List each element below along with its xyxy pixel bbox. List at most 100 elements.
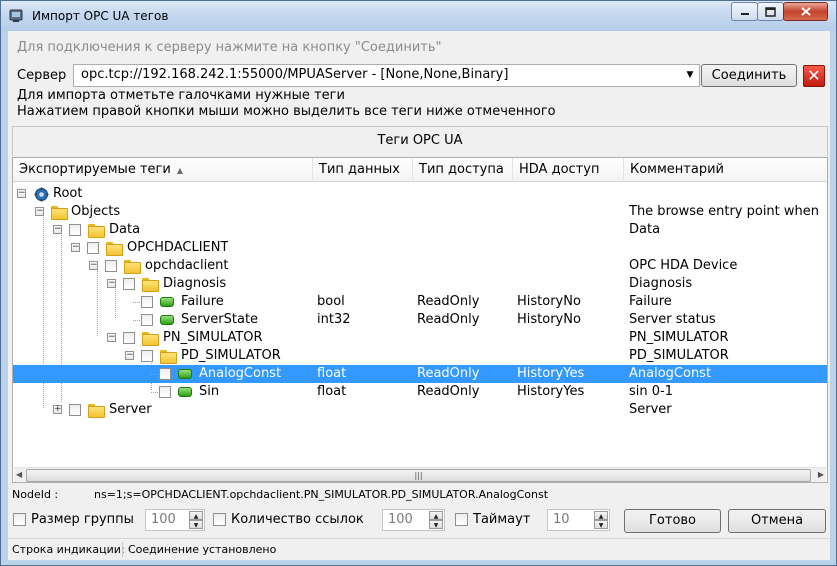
col-header-tags-label: Экспортируемые теги xyxy=(19,162,171,177)
tree-row-objects[interactable]: − Objects The browse entry point when xyxy=(13,203,827,221)
spin-up-icon[interactable]: ▲ xyxy=(189,511,203,520)
tag-icon xyxy=(160,297,174,307)
tree-row-analogconst[interactable]: AnalogConst float ReadOnly HistoryYes An… xyxy=(13,365,827,383)
collapse-toggle-icon[interactable]: − xyxy=(89,261,98,270)
tag-checkbox[interactable] xyxy=(159,386,171,398)
tree-node-hda: HistoryNo xyxy=(517,312,581,327)
tag-checkbox[interactable] xyxy=(141,296,153,308)
maximize-icon xyxy=(765,6,776,17)
status-label: Строка индикации: xyxy=(12,543,125,556)
spin-down-icon[interactable]: ▼ xyxy=(189,520,203,529)
spin-buttons[interactable]: ▲ ▼ xyxy=(594,511,608,529)
minimize-icon xyxy=(740,12,749,15)
collapse-toggle-icon[interactable]: − xyxy=(71,243,80,252)
tree-node-label: Objects xyxy=(71,204,121,219)
timeout-value: 10 xyxy=(553,512,570,527)
tree-node-access: ReadOnly xyxy=(417,384,480,399)
tag-checkbox[interactable] xyxy=(69,404,81,416)
refs-count-value: 100 xyxy=(388,512,413,527)
spin-up-icon[interactable]: ▲ xyxy=(594,511,608,520)
collapse-toggle-icon[interactable]: − xyxy=(35,207,44,216)
tag-checkbox[interactable] xyxy=(87,242,99,254)
refs-count-checkbox[interactable] xyxy=(213,513,226,526)
group-size-value: 100 xyxy=(151,512,176,527)
server-label: Сервер xyxy=(17,68,67,83)
connect-hint: Для подключения к серверу нажмите на кно… xyxy=(17,40,442,55)
tag-checkbox[interactable] xyxy=(159,368,171,380)
folder-icon xyxy=(88,224,105,238)
tag-checkbox[interactable] xyxy=(69,224,81,236)
tree-row-pd-simulator[interactable]: − PD_SIMULATOR PD_SIMULATOR xyxy=(13,347,827,365)
collapse-toggle-icon[interactable]: − xyxy=(107,333,116,342)
tree-row-opchdaclient-upper[interactable]: − OPCHDACLIENT xyxy=(13,239,827,257)
group-size-checkbox[interactable] xyxy=(13,513,26,526)
collapse-toggle-icon[interactable]: − xyxy=(125,351,134,360)
window-close-button[interactable] xyxy=(783,2,828,21)
timeout-checkbox[interactable] xyxy=(455,513,468,526)
tree-row-diagnosis[interactable]: − Diagnosis Diagnosis xyxy=(13,275,827,293)
disconnect-close-icon[interactable]: ✕ xyxy=(803,65,825,87)
folder-icon xyxy=(106,242,123,256)
collapse-toggle-icon[interactable]: − xyxy=(53,225,62,234)
group-size-stepper[interactable]: 100 ▲ ▼ xyxy=(145,509,205,531)
tree-node-label: AnalogConst xyxy=(199,366,282,381)
tree-row-server[interactable]: + Server Server xyxy=(13,401,827,419)
dropdown-arrow-icon[interactable]: ▼ xyxy=(684,68,696,82)
timeout-stepper[interactable]: 10 ▲ ▼ xyxy=(547,509,610,531)
spin-down-icon[interactable]: ▼ xyxy=(429,520,443,529)
folder-icon xyxy=(51,206,68,220)
folder-icon xyxy=(160,350,177,364)
refs-count-stepper[interactable]: 100 ▲ ▼ xyxy=(382,509,445,531)
spin-buttons[interactable]: ▲ ▼ xyxy=(429,511,443,529)
window-title: Импорт OPC UA тегов xyxy=(32,9,169,23)
root-icon xyxy=(34,187,49,202)
nodeid-value: ns=1;s=OPCHDACLIENT.opchdaclient.PN_SIMU… xyxy=(94,488,549,501)
horizontal-scrollbar[interactable]: ◀ ||| ▶ xyxy=(14,467,826,482)
tree-row-sin[interactable]: Sin float ReadOnly HistoryYes sin 0-1 xyxy=(13,383,827,401)
col-header-comment[interactable]: Комментарий xyxy=(624,158,827,182)
col-header-tags[interactable]: Экспортируемые теги ▲ xyxy=(13,158,313,182)
tags-tree-view[interactable]: Экспортируемые теги ▲ Тип данных Тип дост… xyxy=(12,157,828,483)
tag-checkbox[interactable] xyxy=(123,278,135,290)
tree-row-failure[interactable]: Failure bool ReadOnly HistoryNo Failure xyxy=(13,293,827,311)
collapse-toggle-icon[interactable]: − xyxy=(107,279,116,288)
connect-button[interactable]: Соединить xyxy=(701,64,797,87)
tag-checkbox[interactable] xyxy=(141,314,153,326)
tag-icon xyxy=(178,387,192,397)
tree-node-label: Server xyxy=(109,402,152,417)
scrollbar-thumb[interactable]: ||| xyxy=(26,469,811,482)
spin-up-icon[interactable]: ▲ xyxy=(429,511,443,520)
tree-node-label: Sin xyxy=(199,384,220,399)
col-header-access[interactable]: Тип доступа xyxy=(413,158,513,182)
minimize-button[interactable] xyxy=(731,2,758,21)
tag-checkbox[interactable] xyxy=(105,260,117,272)
tree-node-comment: sin 0-1 xyxy=(629,384,673,399)
server-select[interactable]: opc.tcp://192.168.242.1:55000/MPUAServer… xyxy=(73,64,700,87)
spin-down-icon[interactable]: ▼ xyxy=(594,520,608,529)
tag-checkbox[interactable] xyxy=(141,350,153,362)
import-dialog-window: Импорт OPC UA тегов Для подключения к се… xyxy=(0,0,837,566)
tree-row-serverstate[interactable]: ServerState int32 ReadOnly HistoryNo Ser… xyxy=(13,311,827,329)
ok-button[interactable]: Готово xyxy=(624,509,721,533)
title-bar[interactable]: Импорт OPC UA тегов xyxy=(1,1,836,31)
cancel-button[interactable]: Отмена xyxy=(728,509,826,533)
tree-node-type: float xyxy=(317,366,347,381)
tree-node-comment: AnalogConst xyxy=(629,366,712,381)
scroll-right-icon[interactable]: ▶ xyxy=(818,470,824,479)
expand-toggle-icon[interactable]: + xyxy=(53,405,62,414)
tree-row-pn-simulator[interactable]: − PN_SIMULATOR PN_SIMULATOR xyxy=(13,329,827,347)
tree-row-root[interactable]: − Root xyxy=(13,185,827,203)
tree-row-data[interactable]: − Data Data xyxy=(13,221,827,239)
spin-buttons[interactable]: ▲ ▼ xyxy=(189,511,203,529)
col-header-type[interactable]: Тип данных xyxy=(313,158,413,182)
tree-node-comment: Server xyxy=(629,402,672,417)
tree-node-label: Root xyxy=(53,186,83,201)
tree-node-label: Diagnosis xyxy=(163,276,227,291)
maximize-button[interactable] xyxy=(757,2,784,21)
scroll-left-icon[interactable]: ◀ xyxy=(16,470,22,479)
col-header-hda[interactable]: HDA доступ xyxy=(513,158,624,182)
tree-row-opchdaclient[interactable]: − opchdaclient OPC HDA Device xyxy=(13,257,827,275)
collapse-toggle-icon[interactable]: − xyxy=(17,189,26,198)
rightclick-hint: Нажатием правой кнопки мыши можно выдели… xyxy=(17,104,556,119)
tag-checkbox[interactable] xyxy=(123,332,135,344)
